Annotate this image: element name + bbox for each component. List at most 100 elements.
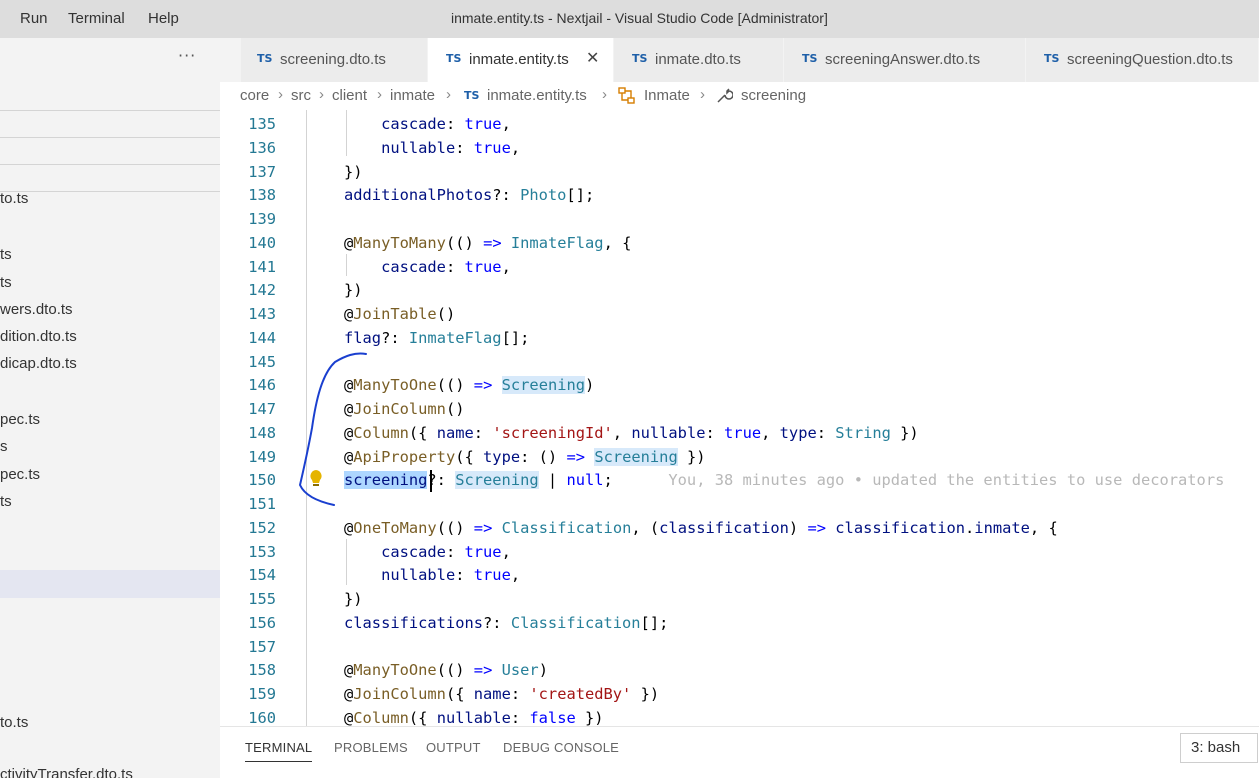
sidebar-file[interactable]: pec.ts <box>0 466 40 483</box>
tab-screening-dto[interactable]: TS screening.dto.ts <box>241 38 428 82</box>
sidebar-divider <box>0 191 220 192</box>
line-number: 144 <box>248 329 276 347</box>
line-number: 145 <box>248 353 276 371</box>
tab-output[interactable]: OUTPUT <box>426 740 481 755</box>
sidebar-file[interactable]: s <box>0 438 8 455</box>
sidebar-file[interactable]: ts <box>0 493 12 510</box>
breadcrumb-item[interactable]: client <box>332 87 367 104</box>
bottom-panel: TERMINAL PROBLEMS OUTPUT DEBUG CONSOLE 3… <box>220 726 1259 778</box>
code-line: @ManyToOne(() => Screening) <box>344 376 595 394</box>
code-line: @Column({ name: 'screeningId', nullable:… <box>344 424 919 442</box>
tab-label: screeningQuestion.dto.ts <box>1067 51 1233 68</box>
tab-debug-console[interactable]: DEBUG CONSOLE <box>503 740 619 755</box>
text-cursor <box>430 470 432 492</box>
sidebar-selected-row[interactable] <box>0 570 220 598</box>
tab-screening-question-dto[interactable]: TS screeningQuestion.dto.ts <box>1026 38 1259 82</box>
sidebar-divider <box>0 137 220 138</box>
code-line: @JoinColumn() <box>344 400 465 418</box>
typescript-icon: TS <box>464 89 480 102</box>
git-blame-annotation: You, 38 minutes ago • updated the entiti… <box>668 471 1225 489</box>
typescript-icon: TS <box>1044 52 1060 65</box>
breadcrumb-item[interactable]: screening <box>741 87 806 104</box>
typescript-icon: TS <box>446 52 462 65</box>
chevron-right-icon: › <box>319 86 324 103</box>
line-number: 160 <box>248 709 276 726</box>
line-number: 135 <box>248 115 276 133</box>
code-line: @ManyToOne(() => User) <box>344 661 548 679</box>
line-number: 155 <box>248 590 276 608</box>
tab-screening-answer-dto[interactable]: TS screeningAnswer.dto.ts <box>784 38 1026 82</box>
typescript-icon: TS <box>802 52 818 65</box>
code-line: @ManyToMany(() => InmateFlag, { <box>344 234 632 252</box>
typescript-icon: TS <box>257 52 273 65</box>
editor-tab-bar: TS screening.dto.ts TS inmate.entity.ts … <box>220 38 1259 82</box>
sidebar-file[interactable]: ctivityTransfer.dto.ts <box>0 766 133 778</box>
chevron-right-icon: › <box>602 86 607 103</box>
line-number: 148 <box>248 424 276 442</box>
sidebar-file[interactable]: wers.dto.ts <box>0 301 73 318</box>
sidebar-file[interactable]: dicap.dto.ts <box>0 355 77 372</box>
code-editor[interactable]: 135 136 137 138 139 140 141 142 143 144 … <box>220 110 1259 726</box>
tab-problems[interactable]: PROBLEMS <box>334 740 408 755</box>
line-number: 137 <box>248 163 276 181</box>
line-number: 141 <box>248 258 276 276</box>
window-title: inmate.entity.ts - Nextjail - Visual Stu… <box>451 10 828 26</box>
typescript-icon: TS <box>632 52 648 65</box>
chevron-right-icon: › <box>278 86 283 103</box>
line-number: 156 <box>248 614 276 632</box>
wrench-icon <box>717 88 733 103</box>
breadcrumb-item[interactable]: inmate.entity.ts <box>487 87 587 104</box>
code-line: }) <box>344 281 363 299</box>
line-number: 153 <box>248 543 276 561</box>
sidebar-file[interactable]: ts <box>0 274 12 291</box>
chevron-right-icon: › <box>446 86 451 103</box>
line-number: 136 <box>248 139 276 157</box>
chevron-right-icon: › <box>377 86 382 103</box>
code-line: cascade: true, <box>381 115 511 133</box>
code-line: @JoinTable() <box>344 305 456 323</box>
breadcrumb-item[interactable]: src <box>291 87 311 104</box>
tab-label: inmate.entity.ts <box>469 51 569 68</box>
line-number: 142 <box>248 281 276 299</box>
breadcrumb-item[interactable]: Inmate <box>644 87 690 104</box>
chevron-right-icon: › <box>700 86 705 103</box>
menu-run[interactable]: Run <box>20 10 48 27</box>
line-number: 143 <box>248 305 276 323</box>
tab-inmate-dto[interactable]: TS inmate.dto.ts <box>614 38 784 82</box>
sidebar-divider <box>0 110 220 111</box>
tab-terminal[interactable]: TERMINAL <box>245 740 313 762</box>
code-line: nullable: true, <box>381 139 521 157</box>
line-number: 152 <box>248 519 276 537</box>
sidebar-file[interactable]: to.ts <box>0 190 28 207</box>
menu-terminal[interactable]: Terminal <box>68 10 125 27</box>
code-line: }) <box>344 590 363 608</box>
code-line: cascade: true, <box>381 543 511 561</box>
sidebar-file[interactable]: dition.dto.ts <box>0 328 77 345</box>
code-line: cascade: true, <box>381 258 511 276</box>
tab-inmate-entity[interactable]: TS inmate.entity.ts ✕ <box>428 38 614 82</box>
line-number: 140 <box>248 234 276 252</box>
line-number: 150 <box>248 471 276 489</box>
code-line: }) <box>344 163 363 181</box>
menu-help[interactable]: Help <box>148 10 179 27</box>
line-number: 146 <box>248 376 276 394</box>
line-number: 149 <box>248 448 276 466</box>
line-number: 147 <box>248 400 276 418</box>
tab-label: screening.dto.ts <box>280 51 386 68</box>
explorer-sidebar: ··· to.ts ts ts wers.dto.ts dition.dto.t… <box>0 38 220 778</box>
sidebar-file[interactable]: to.ts <box>0 714 28 731</box>
lightbulb-icon[interactable] <box>308 469 324 489</box>
indent-guide <box>306 110 307 726</box>
line-number: 151 <box>248 495 276 513</box>
terminal-select[interactable]: 3: bash <box>1180 733 1258 763</box>
class-icon <box>618 87 635 104</box>
breadcrumb-item[interactable]: core <box>240 87 269 104</box>
tab-label: screeningAnswer.dto.ts <box>825 51 981 68</box>
close-icon[interactable]: ✕ <box>586 48 599 67</box>
more-actions-icon[interactable]: ··· <box>178 46 196 65</box>
sidebar-file[interactable]: pec.ts <box>0 411 40 428</box>
breadcrumb-item[interactable]: inmate <box>390 87 435 104</box>
sidebar-divider <box>0 164 220 165</box>
tab-label: inmate.dto.ts <box>655 51 741 68</box>
sidebar-file[interactable]: ts <box>0 246 12 263</box>
